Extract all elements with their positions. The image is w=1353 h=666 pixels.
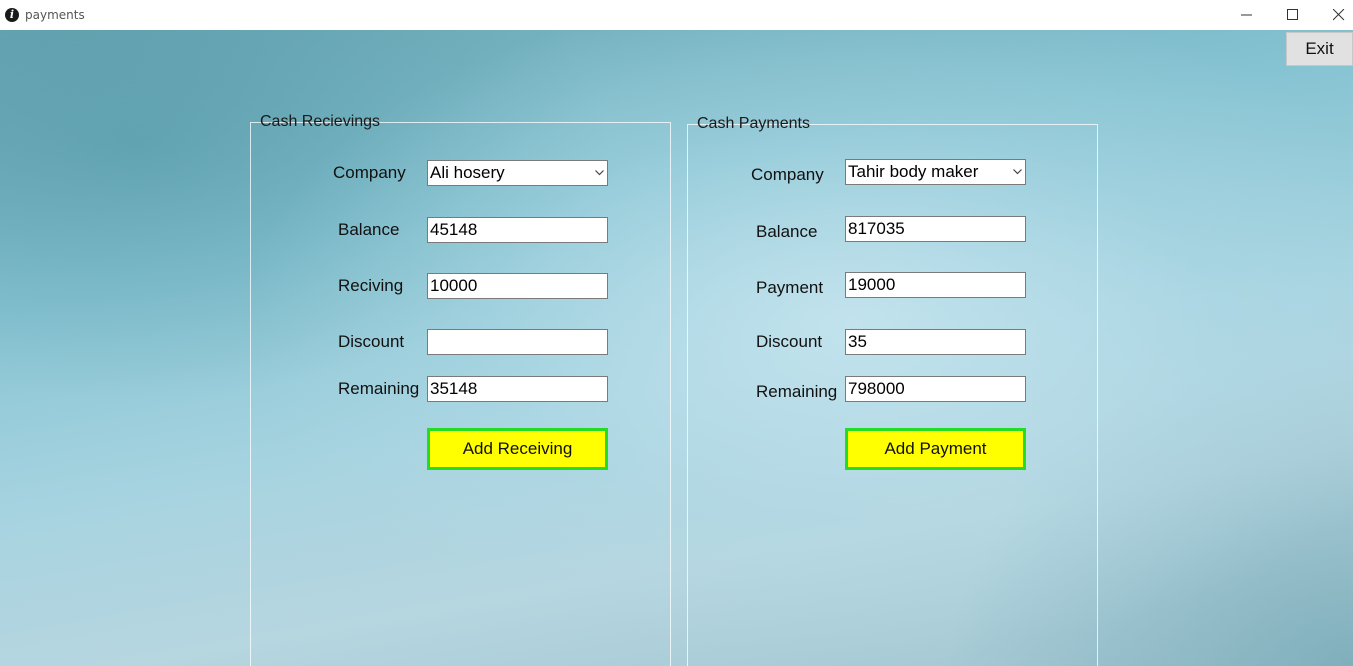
receivings-discount-label: Discount [338, 332, 405, 351]
payments-discount-field[interactable]: 35 [845, 329, 1026, 355]
info-icon: i [5, 8, 19, 22]
chevron-down-icon [595, 170, 604, 176]
close-button[interactable] [1316, 0, 1353, 30]
exit-button[interactable]: Exit [1286, 32, 1353, 66]
payments-discount-label: Discount [756, 332, 823, 351]
cash-payments-group: Cash Payments Company Tahir body maker B… [687, 115, 1098, 666]
receivings-balance-label: Balance [338, 220, 400, 239]
payments-balance-field[interactable]: 817035 [845, 216, 1026, 242]
receivings-company-value: Ali hosery [430, 163, 505, 182]
maximize-icon [1287, 9, 1298, 20]
cash-payments-title: Cash Payments [697, 115, 810, 132]
cash-receivings-group: Cash Recievings Company Ali hosery Balan… [250, 113, 671, 666]
payments-window: i payments Exit Cash Recievings Company … [0, 0, 1353, 666]
close-icon [1333, 9, 1345, 21]
receivings-receiving-field[interactable]: 10000 [427, 273, 608, 299]
payments-company-select[interactable]: Tahir body maker [845, 159, 1026, 185]
receivings-company-label: Company [333, 163, 406, 182]
payments-payment-field[interactable]: 19000 [845, 272, 1026, 298]
receivings-balance-field[interactable]: 45148 [427, 217, 608, 243]
add-receiving-button[interactable]: Add Receiving [427, 428, 608, 470]
title-bar[interactable]: i payments [0, 0, 1353, 30]
payments-company-value: Tahir body maker [848, 162, 979, 181]
payments-payment-label: Payment [756, 278, 824, 297]
payments-remaining-field[interactable]: 798000 [845, 376, 1026, 402]
minimize-icon [1241, 14, 1252, 16]
cash-receivings-title: Cash Recievings [260, 113, 381, 130]
window-title: payments [25, 8, 85, 22]
minimize-button[interactable] [1224, 0, 1270, 30]
payments-balance-label: Balance [756, 222, 818, 241]
payments-remaining-label: Remaining [756, 382, 838, 401]
payments-company-label: Company [751, 165, 824, 184]
receivings-discount-field[interactable] [427, 329, 608, 355]
client-area: Exit Cash Recievings Company Ali hosery … [0, 30, 1353, 666]
add-payment-button[interactable]: Add Payment [845, 428, 1026, 470]
receivings-remaining-label: Remaining [338, 379, 420, 398]
receivings-remaining-field[interactable]: 35148 [427, 376, 608, 402]
receivings-receiving-label: Reciving [338, 276, 404, 295]
receivings-company-select[interactable]: Ali hosery [427, 160, 608, 186]
maximize-button[interactable] [1270, 0, 1316, 30]
chevron-down-icon [1013, 169, 1022, 175]
